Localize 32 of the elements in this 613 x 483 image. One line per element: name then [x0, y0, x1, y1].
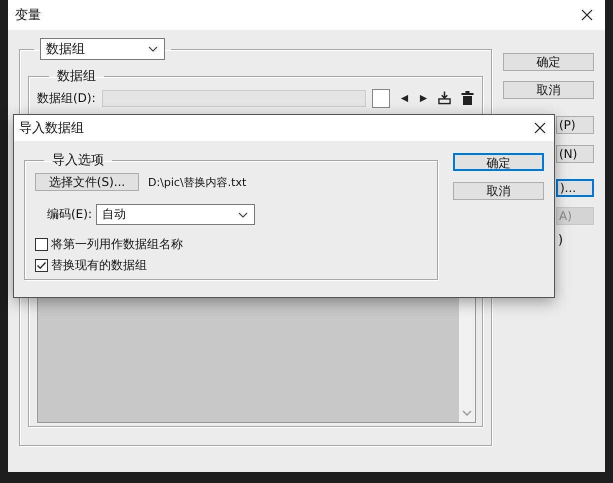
- chevron-icon: [148, 46, 158, 52]
- label-fragment: ): [557, 233, 564, 248]
- field-label: 数据组(D):: [37, 90, 96, 106]
- left-triangle-icon[interactable]: [400, 94, 409, 102]
- group-dropdown[interactable]: 数据组: [40, 38, 165, 60]
- group-legend: 导入选项: [44, 151, 112, 169]
- file-path: D:\pic\替换内容.txt: [148, 174, 246, 190]
- dialog-title: 导入数据组: [19, 120, 84, 137]
- choose-file-button[interactable]: 选择文件(S)...: [35, 173, 139, 191]
- window-title: 变量: [15, 7, 41, 24]
- data-group-field[interactable]: [102, 90, 366, 106]
- side-button[interactable]: 取消: [503, 81, 594, 99]
- checkbox[interactable]: [35, 238, 48, 251]
- side-button[interactable]: )...: [556, 179, 594, 197]
- trash-icon[interactable]: [460, 91, 474, 105]
- encoding-label: 编码(E):: [47, 206, 92, 223]
- side-button[interactable]: (P): [556, 116, 594, 134]
- dialog-button[interactable]: 取消: [453, 182, 544, 200]
- checkbox-label: 将第一列用作数据组名称: [51, 236, 183, 253]
- chevron-icon: [238, 212, 248, 218]
- dialog-button[interactable]: 确定: [453, 153, 544, 171]
- right-triangle-icon[interactable]: [418, 94, 428, 102]
- dropdown-button[interactable]: [372, 88, 390, 108]
- close-icon[interactable]: [534, 122, 546, 134]
- import-icon[interactable]: [438, 91, 451, 105]
- side-button[interactable]: (N): [556, 145, 594, 163]
- side-button[interactable]: 确定: [503, 53, 594, 71]
- close-icon[interactable]: [581, 9, 593, 21]
- encoding-dropdown[interactable]: 自动: [96, 204, 255, 225]
- checkbox-label: 替换现有的数据组: [51, 257, 147, 274]
- group-legend: 数据组: [49, 67, 104, 85]
- checkbox[interactable]: [35, 259, 48, 272]
